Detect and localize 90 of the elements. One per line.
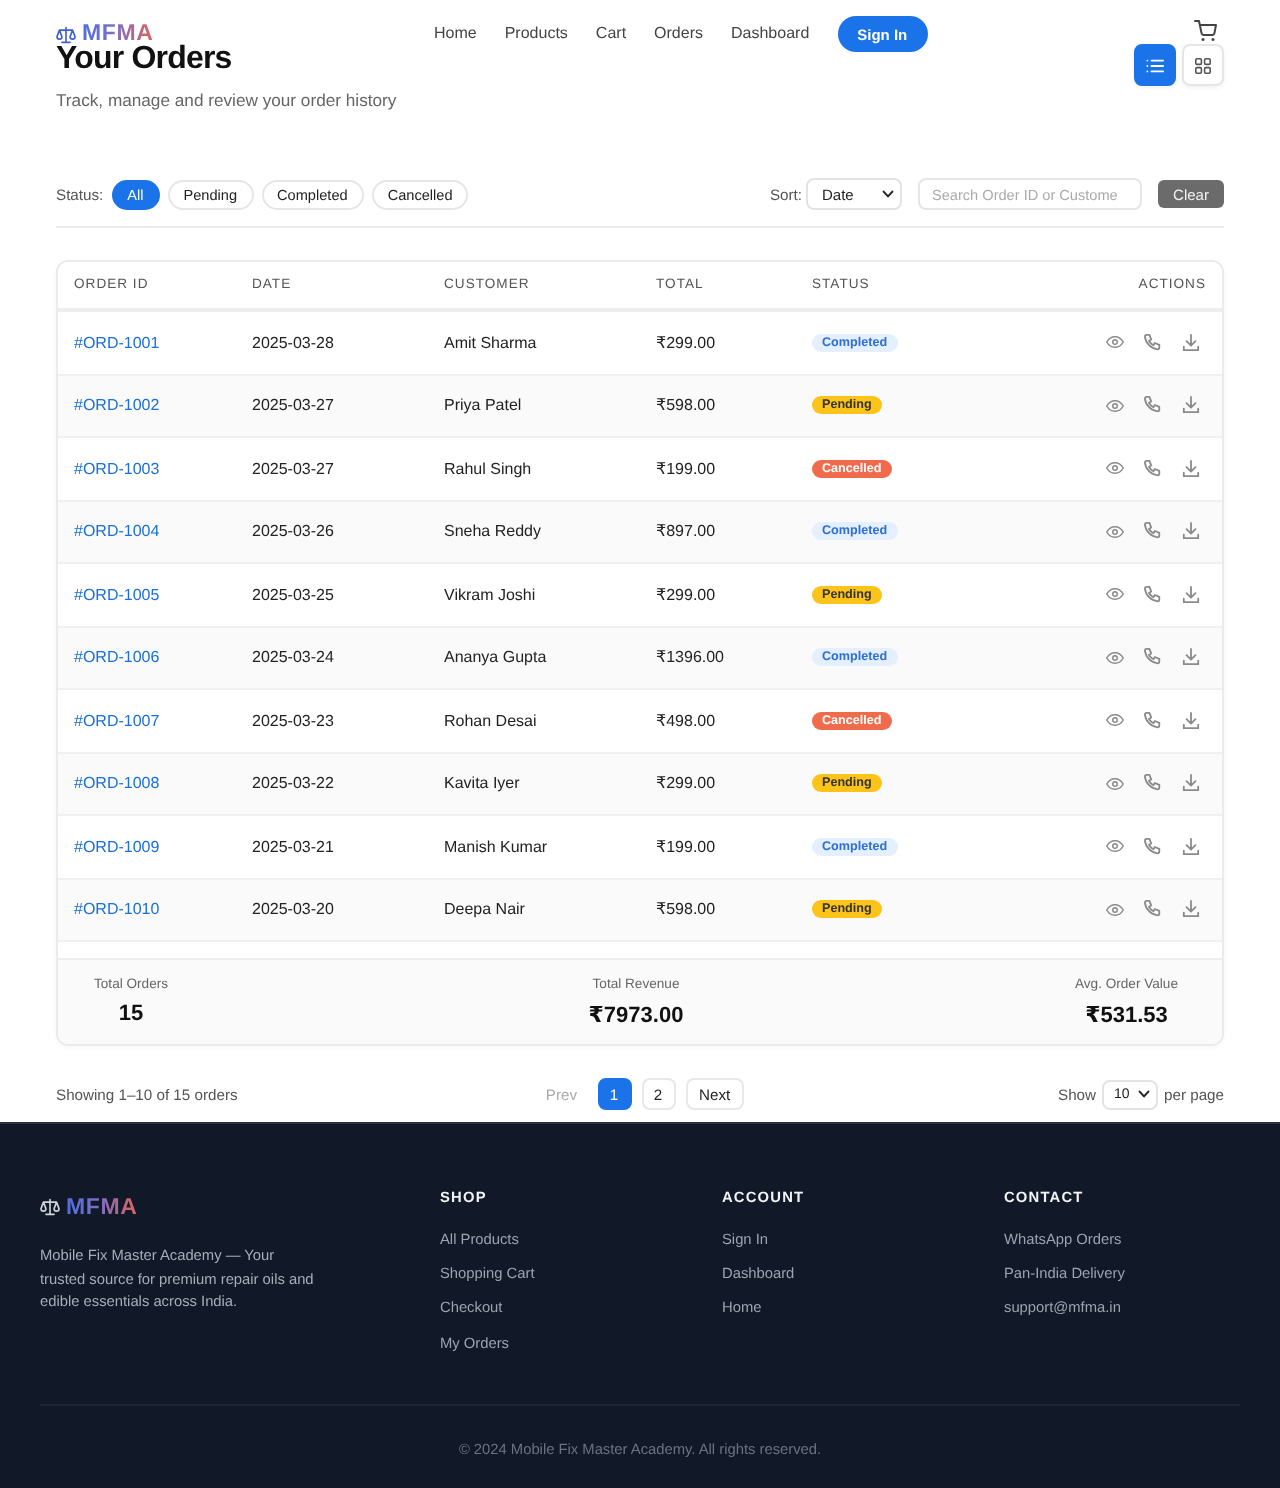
- table-cell-text: Ananya Gupta: [442, 648, 549, 667]
- table-cell-text: 2025-03-25: [250, 585, 336, 604]
- table-cell-text: ₹598.00: [654, 396, 718, 415]
- list-view-button[interactable]: [1134, 44, 1176, 86]
- table-cell-text: Sneha Reddy: [442, 522, 543, 541]
- table-cell-text: 2025-03-27: [250, 396, 336, 415]
- phone-icon[interactable]: [1144, 396, 1162, 415]
- table-cell-text: 2025-03-26: [250, 522, 336, 541]
- download-icon[interactable]: [1182, 711, 1200, 730]
- download-icon[interactable]: [1182, 648, 1200, 667]
- order-id-link[interactable]: #ORD-1009: [74, 837, 160, 856]
- table-cell-text: 2025-03-23: [250, 711, 336, 730]
- download-icon[interactable]: [1182, 522, 1200, 541]
- cart-icon[interactable]: [1194, 20, 1218, 42]
- table-cell-text: ₹199.00: [654, 459, 718, 478]
- order-id-link[interactable]: #ORD-1008: [74, 774, 160, 793]
- order-id-link[interactable]: #ORD-1004: [74, 522, 160, 541]
- download-icon[interactable]: [1182, 585, 1200, 604]
- caret-icon: [1138, 1090, 1151, 1098]
- nav-link[interactable]: Home: [434, 24, 477, 44]
- phone-icon[interactable]: [1144, 522, 1162, 541]
- phone-icon[interactable]: [1144, 648, 1162, 667]
- table-cell-text: Kavita Iyer: [442, 774, 522, 793]
- eye-icon[interactable]: [1106, 714, 1124, 727]
- phone-icon[interactable]: [1144, 459, 1162, 478]
- eye-icon[interactable]: [1106, 840, 1124, 853]
- eye-icon[interactable]: [1106, 651, 1124, 664]
- table-cell-text: 2025-03-27: [250, 459, 336, 478]
- page-subtitle: Track, manage and review your order history: [56, 88, 397, 112]
- table-cell-text: Amit Sharma: [442, 333, 539, 352]
- eye-icon[interactable]: [1106, 903, 1124, 916]
- page-title: Your Orders: [56, 42, 232, 78]
- eye-icon[interactable]: [1106, 336, 1124, 349]
- table-cell-text: 2025-03-21: [250, 837, 336, 856]
- order-id-link[interactable]: #ORD-1002: [74, 396, 160, 415]
- table-cell-text: ₹598.00: [654, 900, 718, 919]
- download-icon[interactable]: [1182, 774, 1200, 793]
- download-icon[interactable]: [1182, 396, 1200, 415]
- phone-icon[interactable]: [1144, 774, 1162, 793]
- eye-icon[interactable]: [1106, 462, 1124, 475]
- table-cell-text: 2025-03-22: [250, 774, 336, 793]
- table-cell-text: Manish Kumar: [442, 837, 550, 856]
- table-cell-text: 2025-03-20: [250, 900, 336, 919]
- grid-view-button[interactable]: [1182, 44, 1224, 86]
- table-cell-text: Vikram Joshi: [442, 585, 538, 604]
- logo-text[interactable]: MFMA: [66, 1195, 138, 1220]
- order-id-link[interactable]: #ORD-1010: [74, 900, 160, 919]
- table-cell-text: ₹299.00: [654, 585, 718, 604]
- nav-link[interactable]: Orders: [654, 24, 703, 44]
- table-cell-text: ₹1396.00: [654, 648, 727, 667]
- download-icon[interactable]: [1182, 333, 1200, 352]
- phone-icon[interactable]: [1144, 711, 1162, 730]
- eye-icon[interactable]: [1106, 525, 1124, 538]
- order-id-link[interactable]: #ORD-1005: [74, 585, 160, 604]
- table-cell-text: ₹299.00: [654, 333, 718, 352]
- table-cell-text: 2025-03-28: [250, 333, 336, 352]
- eye-icon[interactable]: [1106, 588, 1124, 601]
- summary-value: ₹7973.00: [588, 1001, 684, 1027]
- phone-icon[interactable]: [1144, 900, 1162, 919]
- table-cell-text: ₹498.00: [654, 711, 718, 730]
- table-cell-text: 2025-03-24: [250, 648, 336, 667]
- order-id-link[interactable]: #ORD-1001: [74, 333, 160, 352]
- summary-value: 15: [118, 1002, 144, 1026]
- eye-icon[interactable]: [1106, 399, 1124, 412]
- download-icon[interactable]: [1182, 837, 1200, 856]
- summary-value: ₹531.53: [1085, 1001, 1168, 1027]
- order-id-link[interactable]: #ORD-1007: [74, 711, 160, 730]
- grid-icon: [1194, 57, 1212, 73]
- logo-text[interactable]: MFMA: [82, 22, 154, 46]
- table-cell-text: Priya Patel: [442, 396, 524, 415]
- list-icon: [1146, 57, 1164, 73]
- nav-link[interactable]: Products: [504, 24, 568, 44]
- download-icon[interactable]: [1182, 900, 1200, 919]
- scales-icon[interactable]: [56, 25, 76, 43]
- phone-icon[interactable]: [1144, 837, 1162, 856]
- eye-icon[interactable]: [1106, 777, 1124, 790]
- table-cell-text: Deepa Nair: [442, 900, 527, 919]
- table-cell-text: ₹897.00: [654, 522, 718, 541]
- phone-icon[interactable]: [1144, 585, 1162, 604]
- order-id-link[interactable]: #ORD-1006: [74, 648, 160, 667]
- table-cell-text: Rohan Desai: [442, 711, 539, 730]
- download-icon[interactable]: [1182, 459, 1200, 478]
- order-id-link[interactable]: #ORD-1003: [74, 459, 160, 478]
- table-cell-text: ₹199.00: [654, 837, 718, 856]
- caret-icon: [882, 190, 894, 198]
- nav-link[interactable]: Dashboard: [731, 24, 810, 44]
- table-cell-text: Rahul Singh: [442, 459, 534, 478]
- nav-link[interactable]: Cart: [595, 24, 627, 44]
- table-cell-text: ₹299.00: [654, 774, 718, 793]
- phone-icon[interactable]: [1144, 333, 1162, 352]
